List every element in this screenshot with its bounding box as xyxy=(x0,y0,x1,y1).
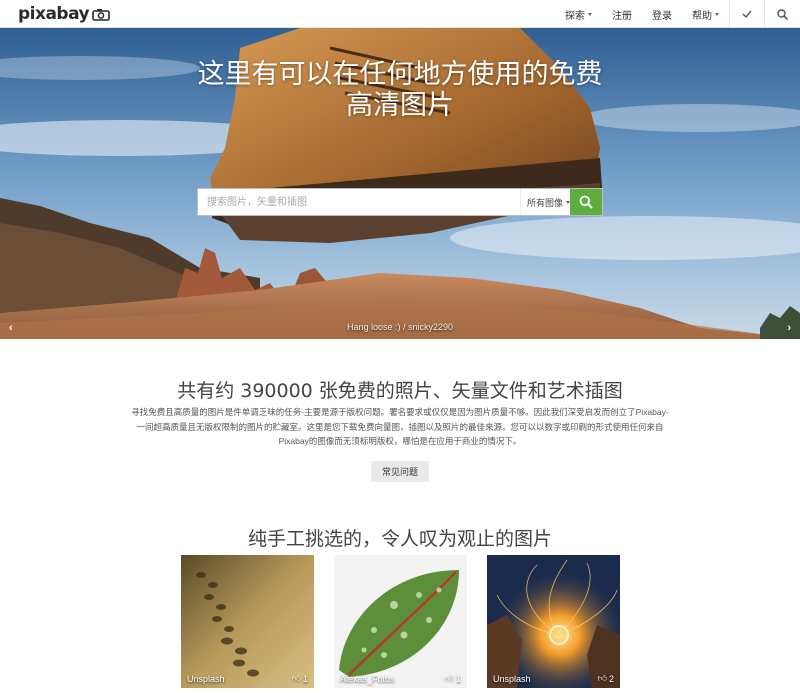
gallery-item[interactable]: Unsplash 👍︎ 2 xyxy=(487,555,620,688)
photo-author[interactable]: Alexas_Fotos xyxy=(340,674,395,684)
intro-paragraph: 寻找免费且高质量的图片是件单调乏味的任务-主要是源于版权问题。署名要求或仅仅是因… xyxy=(131,407,669,446)
logo-text: pixabay xyxy=(18,4,90,24)
photo-author[interactable]: Unsplash xyxy=(493,674,531,684)
thumbs-up-icon: 👍︎ xyxy=(597,673,607,683)
chevron-right-icon[interactable]: › xyxy=(787,322,791,334)
check-icon xyxy=(742,10,752,18)
hero-title: 这里有可以在任何地方使用的免费 高清图片 xyxy=(0,59,800,121)
camera-icon xyxy=(92,8,110,21)
thumbs-up-icon: 👍︎ xyxy=(291,673,301,683)
image-type-label: 所有图像 xyxy=(527,197,564,208)
check-button[interactable] xyxy=(729,0,764,28)
hero-banner: 这里有可以在任何地方使用的免费 高清图片 所有图像 Hang loose :) … xyxy=(0,28,800,339)
nav-help-label: 帮助 xyxy=(692,10,712,22)
hero-search-input[interactable] xyxy=(198,189,520,215)
like-count-value: 1 xyxy=(455,673,461,684)
pixabay-logo[interactable]: pixabay xyxy=(18,4,110,24)
like-count[interactable]: 👍︎ 1 xyxy=(445,673,461,684)
nav-explore[interactable]: 探索 xyxy=(555,0,602,28)
nav-search-button[interactable] xyxy=(764,0,800,28)
nav-help[interactable]: 帮助 xyxy=(682,0,729,28)
steel-wool-image xyxy=(487,555,620,688)
nav-login[interactable]: 登录 xyxy=(642,0,682,28)
hero-search-button[interactable] xyxy=(570,189,602,215)
like-count[interactable]: 👍︎ 2 xyxy=(598,673,614,684)
hero-title-line2: 高清图片 xyxy=(346,90,454,121)
gallery-item[interactable]: Alexas_Fotos 👍︎ 1 xyxy=(334,555,467,688)
hero-title-line1: 这里有可以在任何地方使用的免费 xyxy=(197,59,603,90)
search-icon xyxy=(579,195,593,209)
chevron-down-icon xyxy=(715,12,719,16)
chevron-down-icon xyxy=(588,12,592,16)
like-count-value: 2 xyxy=(608,673,614,684)
like-count-value: 1 xyxy=(302,673,308,684)
like-count[interactable]: 👍︎ 1 xyxy=(292,673,308,684)
top-navbar: pixabay 探索 注册 登录 帮助 xyxy=(0,0,800,28)
nav-explore-label: 探索 xyxy=(565,10,585,22)
hero-search-bar: 所有图像 xyxy=(197,188,603,216)
hero-photo-caption[interactable]: Hang loose :) / snicky2290 xyxy=(0,322,800,332)
nav-register-label: 注册 xyxy=(612,10,632,22)
gallery-heading: 纯手工挑选的，令人叹为观止的图片 xyxy=(247,528,552,550)
photo-author[interactable]: Unsplash xyxy=(187,674,225,684)
search-icon xyxy=(777,8,788,20)
thumbs-up-icon: 👍︎ xyxy=(444,673,454,683)
leaf-image xyxy=(334,555,467,688)
image-type-dropdown[interactable]: 所有图像 xyxy=(520,189,570,215)
nav-register[interactable]: 注册 xyxy=(602,0,642,28)
gallery-grid: Unsplash 👍︎ 1 Alexas_Fotos 👍︎ 1 Unsplash… xyxy=(181,555,620,688)
faq-button[interactable]: 常见问题 xyxy=(371,461,429,482)
footprints-image xyxy=(181,555,314,688)
chevron-left-icon[interactable]: ‹ xyxy=(9,322,13,334)
nav-login-label: 登录 xyxy=(652,10,672,22)
stats-heading: 共有约 390000 张免费的照片、矢量文件和艺术插图 xyxy=(177,380,623,402)
gallery-item[interactable]: Unsplash 👍︎ 1 xyxy=(181,555,314,688)
